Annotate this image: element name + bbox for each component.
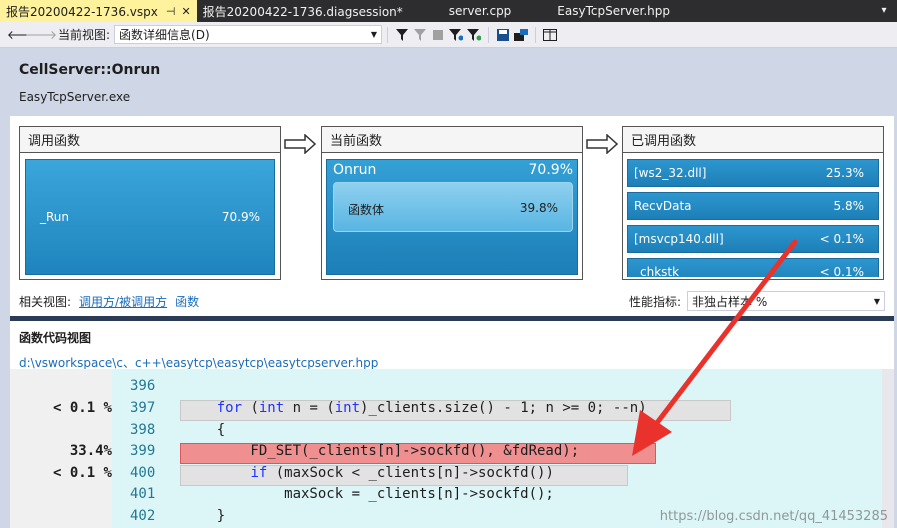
related-views-row: 相关视图: 调用方/被调用方 函数 性能指标: 非独占样本 % ▼ [19,290,885,312]
line-metric: 33.4% [69,443,112,459]
callee-pct: < 0.1% [819,232,864,246]
caller-panel: 调用函数 _Run 70.9% [19,126,281,280]
metric-label: 性能指标: [628,294,681,309]
filter-remove-icon[interactable] [465,26,483,44]
filter-add-icon[interactable] [447,26,465,44]
tab-label: server.cpp [448,4,512,18]
flow-arrow-icon [284,134,316,154]
callee-pct: 25.3% [825,166,864,180]
line-metric: < 0.1 % [52,400,112,416]
line-number: 401 [130,486,156,502]
chevron-down-icon: ▼ [370,30,378,39]
code-editor[interactable]: 396 < 0.1 % 397 for (int n = (int)_clien… [10,369,894,528]
source-code: FD_SET(_clients[n]->sockfd(), &fdRead); [183,443,580,459]
function-body-box[interactable]: 函数体 39.8% [333,182,573,232]
line-number: 399 [130,443,156,459]
callee-panel: 已调用函数 [ws2_32.dll] 25.3% RecvData 5.8% [… [622,126,884,280]
line-number: 397 [130,400,156,416]
tab-easytcpserver-hpp[interactable]: EasyTcpServer.hpp [551,0,676,22]
callee-list: [ws2_32.dll] 25.3% RecvData 5.8% [msvcp1… [627,159,879,277]
save-icon[interactable] [494,26,512,44]
vertical-scrollbar[interactable] [882,369,894,528]
caller-panel-title: 调用函数 [20,127,280,153]
callee-name: RecvData [634,199,692,213]
code-line: 401 maxSock = _clients[n]->sockfd(); [10,486,894,507]
tab-label: EasyTcpServer.hpp [557,4,670,18]
callee-pct: 5.8% [833,199,865,213]
filter-clear-icon[interactable] [411,26,429,44]
line-number: 396 [130,378,156,394]
code-view-title: 函数代码视图 [19,331,92,345]
code-line: 398 { [10,422,894,443]
chevron-down-icon: ▼ [873,296,880,306]
current-function-pct: 70.9% [528,162,573,178]
line-number: 398 [130,422,156,438]
caller-pct: 70.9% [221,210,260,224]
metric-select-value: 非独占样本 % [692,294,768,309]
tab-label: 报告20200422-1736.diagsession* [202,4,403,19]
line-number: 400 [130,465,156,481]
source-code: { [183,422,226,438]
watermark: https://blog.csdn.net/qq_41453285 [659,509,888,524]
document-tab-bar: 报告20200422-1736.vspx ⊣ ✕ 报告20200422-1736… [0,0,897,22]
metric-select[interactable]: 非独占样本 % ▼ [687,291,885,311]
tab-label: 报告20200422-1736.vspx [6,4,158,19]
callee-name: [ws2_32.dll] [634,166,707,180]
function-body-label: 函数体 [348,203,385,217]
source-code: maxSock = _clients[n]->sockfd(); [183,486,554,502]
line-number: 402 [130,508,156,524]
callee-pct: < 0.1% [819,265,864,277]
code-line: 33.4% 399 FD_SET(_clients[n]->sockfd(), … [10,443,894,464]
line-metric: < 0.1 % [52,465,112,481]
pin-icon[interactable]: ⊣ [166,5,176,18]
module-name: EasyTcpServer.exe [19,90,131,104]
caller-name: _Run [40,210,70,224]
code-line: < 0.1 % 397 for (int n = (int)_clients.s… [10,400,894,421]
caller-item[interactable]: _Run 70.9% [25,159,275,275]
callee-item[interactable]: [msvcp140.dll] < 0.1% [627,225,879,253]
tab-dropdown-icon[interactable]: ▾ [877,4,891,18]
callee-item[interactable]: _chkstk < 0.1% [627,258,879,277]
source-code: for (int n = (int)_clients.size() - 1; n… [216,400,647,416]
tab-report-vspx[interactable]: 报告20200422-1736.vspx ⊣ ✕ [0,0,197,22]
layout-split-icon[interactable] [541,26,559,44]
function-header: CellServer::Onrun EasyTcpServer.exe [0,48,897,116]
toolbar: 🡐 🡒 当前视图: 函数详细信息(D) ▼ [0,22,897,48]
current-function-name: Onrun [333,162,377,178]
current-function-box[interactable]: Onrun 70.9% 函数体 39.8% [326,159,578,275]
view-label: 当前视图: [58,28,111,42]
callee-name: [msvcp140.dll] [634,232,724,246]
stop-icon[interactable] [429,26,447,44]
close-icon[interactable]: ✕ [181,5,190,18]
callee-panel-title: 已调用函数 [623,127,883,153]
callee-item[interactable]: [ws2_32.dll] 25.3% [627,159,879,187]
functions-link[interactable]: 函数 [175,293,199,310]
related-views-label: 相关视图: [19,294,72,309]
function-body-pct: 39.8% [519,201,558,215]
call-graph-area: 调用函数 _Run 70.9% 当前函数 Onrun 70.9% 函数体 39.… [10,116,894,316]
current-panel: 当前函数 Onrun 70.9% 函数体 39.8% [321,126,583,280]
caller-callee-link[interactable]: 调用方/被调用方 [79,293,167,310]
function-title: CellServer::Onrun [19,62,161,78]
callee-name: _chkstk [634,265,680,277]
view-select[interactable]: 函数详细信息(D) ▼ [114,25,383,44]
view-select-value: 函数详细信息(D) [119,28,210,42]
flow-arrow-icon [586,134,618,154]
code-view-header: 函数代码视图 d:\vsworkspace\c、c++\easytcp\easy… [10,321,894,370]
source-code: } [183,508,226,524]
tab-diagsession[interactable]: 报告20200422-1736.diagsession* [197,0,409,22]
source-code: if (maxSock < _clients[n]->sockfd()) [250,465,554,481]
export-icon[interactable] [512,26,530,44]
current-panel-title: 当前函数 [322,127,582,153]
code-line: < 0.1 % 400 if (maxSock < _clients[n]->s… [10,465,894,486]
tab-server-cpp[interactable]: server.cpp [443,0,518,22]
callee-item[interactable]: RecvData 5.8% [627,192,879,220]
filter-icon[interactable] [393,26,411,44]
forward-arrow-icon[interactable]: 🡒 [25,26,57,44]
code-line: 396 [10,378,894,399]
